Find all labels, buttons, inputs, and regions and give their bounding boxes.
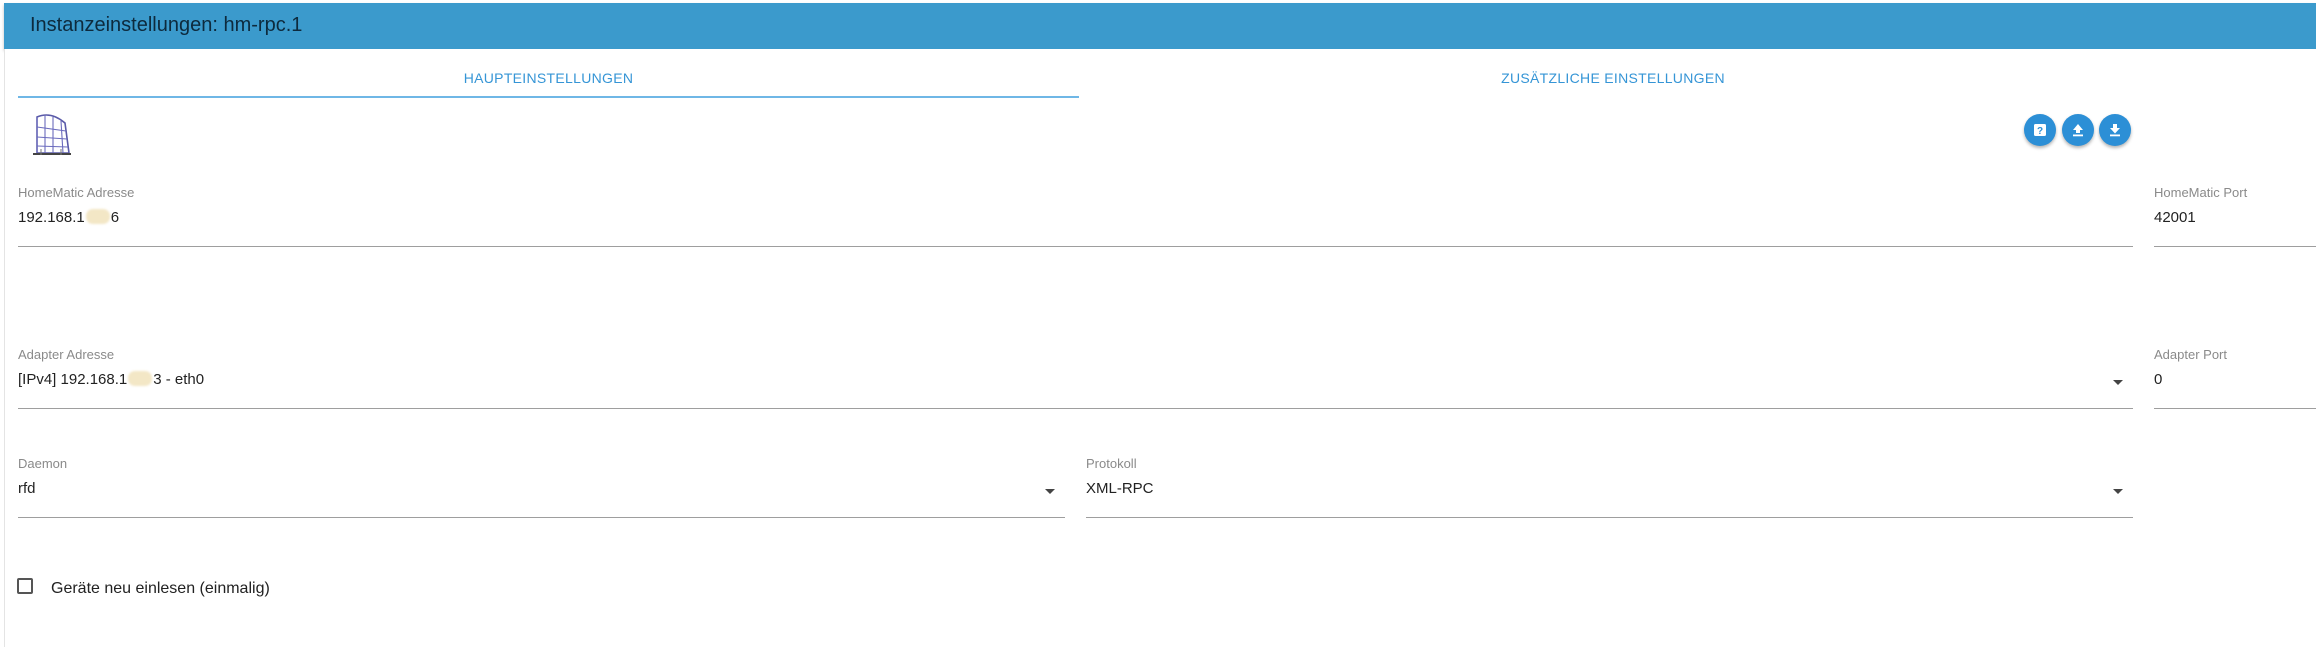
protocol-label: Protokoll xyxy=(1086,456,1137,471)
adapter-logo-icon xyxy=(31,109,73,157)
field-underline xyxy=(2154,246,2316,247)
help-button[interactable]: ? xyxy=(2024,114,2056,146)
window-title: Instanzeinstellungen: hm-rpc.1 xyxy=(30,14,303,36)
adapter-port-field[interactable]: Adapter Port 0 xyxy=(2154,347,2316,409)
adapter-port-value[interactable]: 0 xyxy=(2154,371,2162,388)
homematic-address-field[interactable]: HomeMatic Adresse 192.168.1 6 xyxy=(18,185,2133,247)
homematic-port-field[interactable]: HomeMatic Port 42001 xyxy=(2154,185,2316,247)
protocol-value[interactable]: XML-RPC xyxy=(1086,480,1154,497)
download-button[interactable] xyxy=(2099,114,2131,146)
adapter-address-select[interactable]: Adapter Adresse [IPv4] 192.168.1 3 - eth0 xyxy=(18,347,2133,409)
instance-settings-dialog: Instanzeinstellungen: hm-rpc.1 HAUPTEINS… xyxy=(0,0,2316,647)
download-icon xyxy=(2110,124,2120,137)
daemon-select[interactable]: Daemon rfd xyxy=(18,456,1065,518)
adapter-port-label: Adapter Port xyxy=(2154,347,2227,362)
protocol-select[interactable]: Protokoll XML-RPC xyxy=(1086,456,2133,518)
settings-card: HAUPTEINSTELLUNGEN ZUSÄTZLICHE EINSTELLU… xyxy=(4,49,2316,647)
adapter-address-value[interactable]: [IPv4] 192.168.1 3 - eth0 xyxy=(18,371,204,388)
chevron-down-icon[interactable] xyxy=(1045,489,1055,494)
svg-text:?: ? xyxy=(2037,126,2043,137)
tab-additional-settings[interactable]: ZUSÄTZLICHE EINSTELLUNGEN xyxy=(1079,65,2147,101)
homematic-address-label: HomeMatic Adresse xyxy=(18,185,135,200)
chevron-down-icon[interactable] xyxy=(2113,380,2123,385)
field-underline xyxy=(2154,408,2316,409)
homematic-port-value[interactable]: 42001 xyxy=(2154,209,2196,226)
help-icon: ? xyxy=(2034,124,2046,137)
active-tab-indicator xyxy=(18,96,1079,98)
reload-devices-checkbox[interactable] xyxy=(17,578,33,594)
field-underline xyxy=(18,517,1065,518)
daemon-label: Daemon xyxy=(18,456,68,471)
chevron-down-icon[interactable] xyxy=(2113,489,2123,494)
upload-button[interactable] xyxy=(2062,114,2094,146)
field-underline xyxy=(1086,517,2133,518)
homematic-address-value[interactable]: 192.168.1 6 xyxy=(18,209,119,226)
daemon-value[interactable]: rfd xyxy=(18,480,36,497)
homematic-port-label: HomeMatic Port xyxy=(2154,185,2248,200)
title-bar: Instanzeinstellungen: hm-rpc.1 xyxy=(4,3,2316,49)
field-underline xyxy=(18,408,2133,409)
reload-devices-label[interactable]: Geräte neu einlesen (einmalig) xyxy=(51,580,270,598)
field-underline xyxy=(18,246,2133,247)
upload-icon xyxy=(2073,124,2083,137)
adapter-address-label: Adapter Adresse xyxy=(18,347,115,362)
